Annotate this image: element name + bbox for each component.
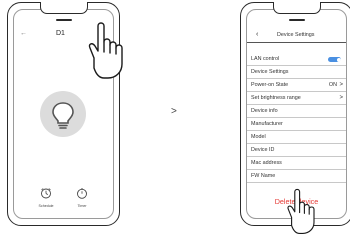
settings-row[interactable]: Mac address — [247, 157, 346, 170]
chevron-right-icon: > — [339, 95, 343, 101]
toggle-knob — [336, 57, 341, 62]
light-bulb-icon — [52, 102, 74, 129]
settings-row[interactable]: Device Settings — [247, 66, 346, 79]
device-title: D1 — [56, 30, 65, 37]
row-label: FW Name — [251, 173, 276, 179]
settings-row[interactable]: Model — [247, 131, 346, 144]
row-value: ON — [328, 82, 337, 88]
settings-row[interactable]: Power-on State ON > — [247, 79, 346, 92]
right-phone-notch — [273, 2, 321, 14]
tap-hand-icon — [287, 188, 315, 234]
settings-row[interactable]: Device info — [247, 105, 346, 118]
lan-control-row: LAN control — [247, 53, 346, 66]
settings-row[interactable]: Device ID — [247, 144, 346, 157]
alarm-clock-icon — [41, 188, 51, 199]
right-phone-speaker — [289, 19, 305, 21]
left-phone-notch — [40, 2, 88, 14]
tap-hand-icon — [88, 22, 123, 79]
lan-control-toggle[interactable] — [328, 57, 341, 62]
schedule-button[interactable]: Schedule — [34, 186, 58, 208]
settings-title: Device Settings — [277, 32, 315, 38]
settings-row[interactable]: FW Name — [247, 170, 346, 183]
row-label: Manufacturer — [251, 121, 283, 127]
chevron-right-icon: > — [339, 82, 343, 88]
row-label: Model — [251, 134, 266, 140]
back-icon[interactable]: ‹ — [256, 31, 258, 38]
settings-row[interactable]: Manufacturer — [247, 118, 346, 131]
timer-label: Timer — [77, 204, 87, 208]
row-label: Power-on State — [251, 82, 289, 88]
header-divider — [247, 42, 346, 43]
row-label: Mac address — [251, 160, 282, 166]
stopwatch-icon — [77, 188, 87, 199]
back-arrow-icon[interactable]: ← — [20, 30, 27, 37]
light-bulb-button[interactable] — [40, 91, 86, 137]
lan-control-label: LAN control — [251, 56, 280, 62]
settings-row[interactable]: Set brightness range > — [247, 92, 346, 105]
schedule-label: Schedule — [38, 204, 54, 208]
row-label: Device ID — [251, 147, 275, 153]
timer-button[interactable]: Timer — [70, 186, 94, 208]
row-label: Device Settings — [251, 69, 289, 75]
next-arrow: > — [171, 106, 177, 117]
row-label: Device info — [251, 108, 278, 114]
left-phone-speaker — [56, 19, 72, 21]
row-label: Set brightness range — [251, 95, 301, 101]
